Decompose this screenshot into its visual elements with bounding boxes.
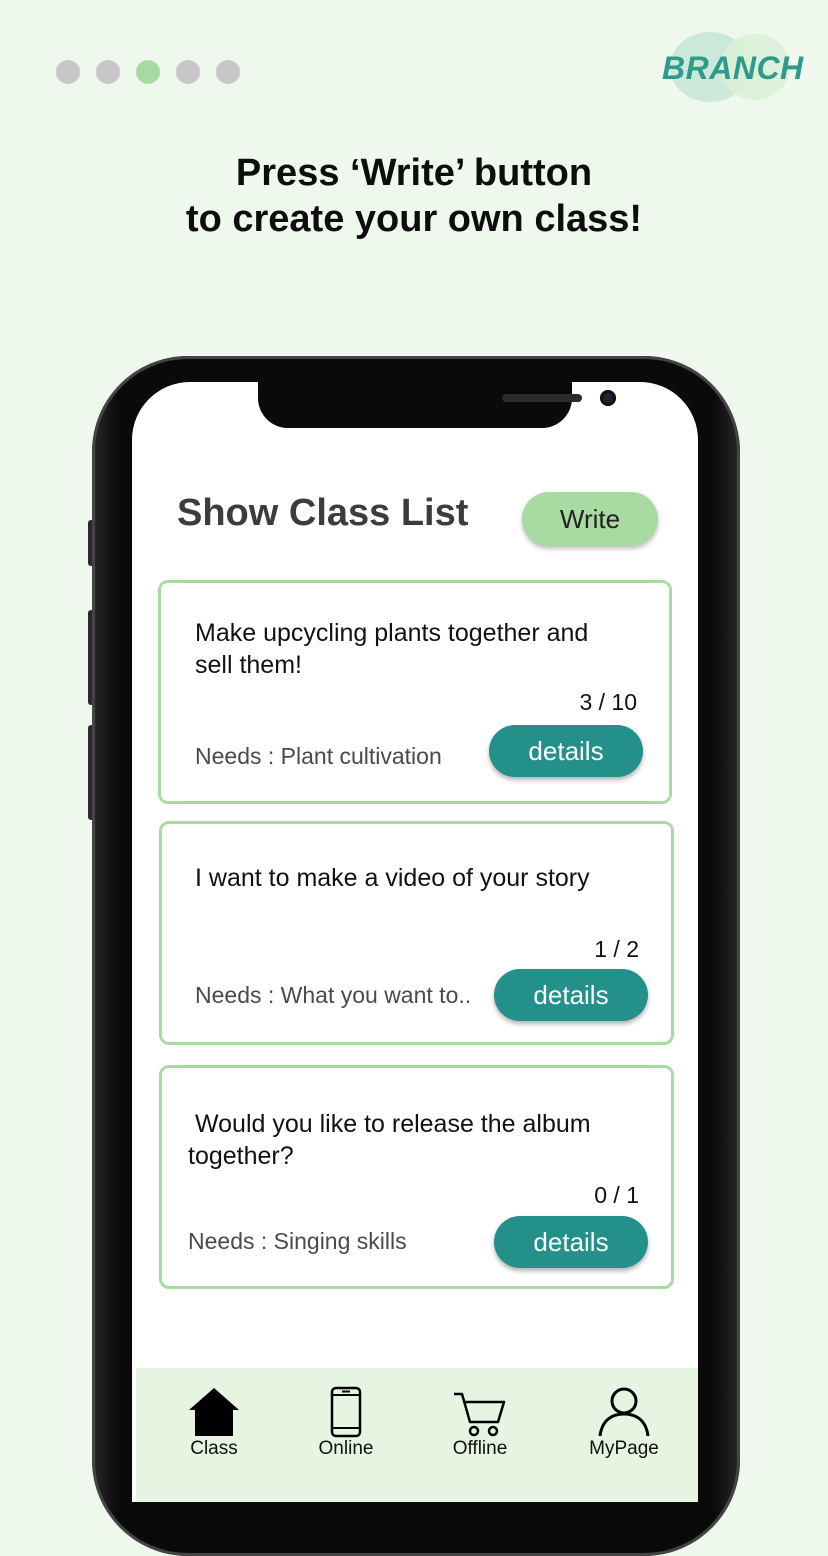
write-button[interactable]: Write <box>522 492 658 546</box>
nav-label: MyPage <box>589 1438 659 1459</box>
nav-label: Offline <box>452 1438 508 1459</box>
details-button[interactable]: details <box>494 1216 648 1268</box>
nav-item-offline[interactable]: Offline <box>420 1388 540 1460</box>
phone-notch <box>258 382 616 428</box>
user-icon <box>598 1387 650 1437</box>
phone-icon <box>330 1386 362 1438</box>
phone-screen: Show Class List Write Make upcycling pla… <box>132 382 698 1502</box>
bottom-nav: Class Online Offline MyPage <box>136 1368 698 1502</box>
pagination-dot[interactable] <box>96 60 120 84</box>
onboarding-headline: Press ‘Write’ button to create your own … <box>0 150 828 242</box>
page-title: Show Class List <box>177 492 469 534</box>
class-needs: Needs : Plant cultivation <box>195 743 442 769</box>
nav-label: Online <box>318 1438 374 1459</box>
pagination-dot[interactable] <box>216 60 240 84</box>
nav-item-mypage[interactable]: MyPage <box>564 1386 684 1460</box>
nav-item-class[interactable]: Class <box>154 1386 274 1460</box>
headline-line-1: Press ‘Write’ button <box>235 152 593 194</box>
class-card[interactable]: I want to make a video of your story 1 /… <box>159 821 674 1045</box>
home-icon <box>189 1388 239 1436</box>
class-needs: Needs : Singing skills <box>188 1228 407 1254</box>
details-button[interactable]: details <box>489 725 643 777</box>
nav-label: Class <box>190 1438 238 1459</box>
participant-count: 3 / 10 <box>579 689 637 715</box>
class-title: Would you like to release the album toge… <box>188 1110 591 1170</box>
nav-item-online[interactable]: Online <box>286 1386 406 1460</box>
headline-line-2: to create your own class! <box>185 198 643 240</box>
class-title: I want to make a video of your story <box>195 864 590 892</box>
pagination-dots <box>56 60 240 84</box>
class-needs: Needs : What you want to.. <box>195 982 472 1008</box>
pagination-dot[interactable] <box>176 60 200 84</box>
brand-logo: BRANCH <box>660 28 803 108</box>
brand-logo-text: BRANCH <box>662 50 804 86</box>
cart-icon <box>454 1392 506 1437</box>
speaker-grille <box>502 394 582 402</box>
pagination-dot-active[interactable] <box>136 60 160 84</box>
class-title: Make upcycling plants together and sell … <box>195 619 589 679</box>
pagination-dot[interactable] <box>56 60 80 84</box>
participant-count: 0 / 1 <box>594 1182 639 1208</box>
camera-icon <box>600 390 616 406</box>
participant-count: 1 / 2 <box>594 936 639 962</box>
class-card[interactable]: Make upcycling plants together and sell … <box>158 580 672 804</box>
details-button[interactable]: details <box>494 969 648 1021</box>
class-card[interactable]: Would you like to release the album toge… <box>159 1065 674 1289</box>
